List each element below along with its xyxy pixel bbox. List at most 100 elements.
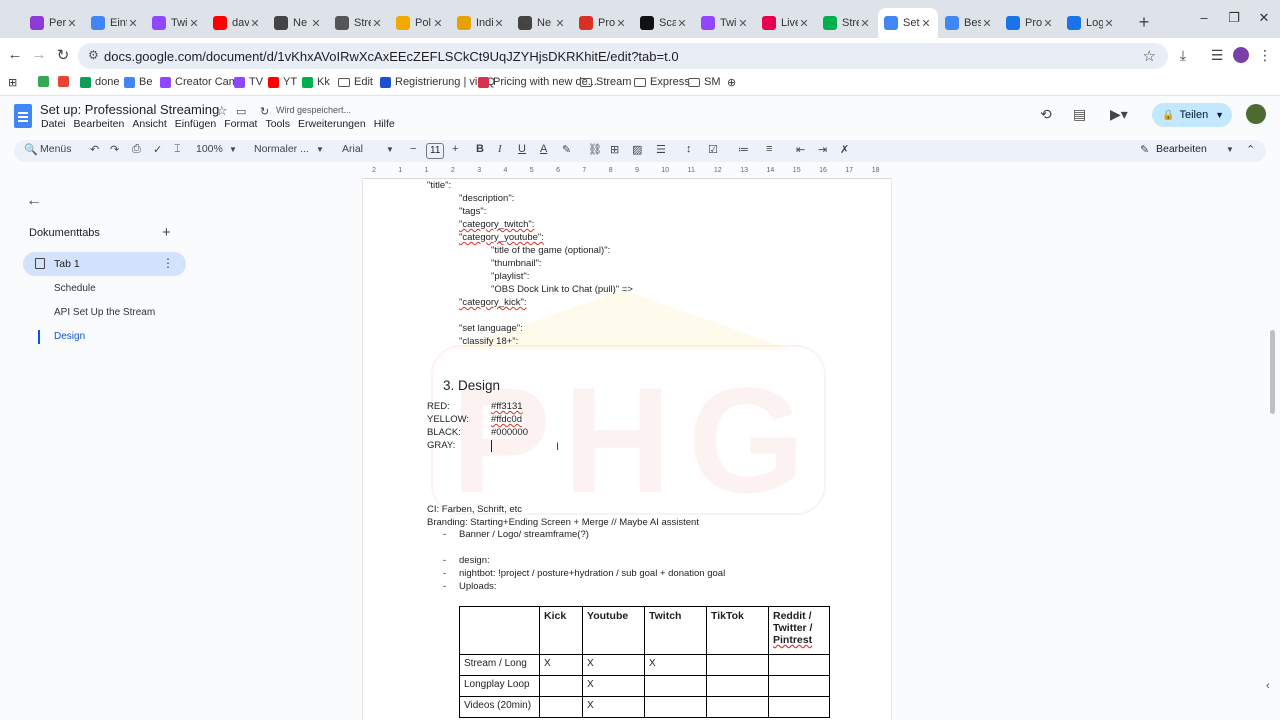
close-tab-icon[interactable]: ✕ — [981, 17, 993, 30]
line-spacing-icon[interactable]: ↕ — [686, 143, 692, 155]
browser-tab[interactable]: Einf✕ — [85, 8, 145, 38]
download-icon[interactable]: ⤓ — [1174, 47, 1192, 64]
close-tab-icon[interactable]: ✕ — [920, 17, 932, 30]
decrease-font-icon[interactable]: − — [410, 143, 416, 155]
bookmark-item[interactable] — [38, 76, 53, 87]
bookmark-folder[interactable]: SM — [688, 76, 721, 88]
browser-tab[interactable]: Proj✕ — [1000, 8, 1060, 38]
align-icon[interactable]: ☰ — [656, 143, 666, 156]
chevron-down-icon[interactable]: ▼ — [386, 145, 394, 154]
collapse-toolbar-icon[interactable]: ⌃ — [1246, 143, 1255, 156]
docs-logo-icon[interactable] — [14, 104, 32, 128]
zoom-select[interactable]: 100% — [196, 143, 223, 155]
bookmark-folder[interactable]: Edit — [338, 76, 373, 88]
browser-tab[interactable]: Pro ✕ — [573, 8, 633, 38]
italic-icon[interactable]: I — [498, 143, 502, 155]
close-tab-icon[interactable]: ✕ — [127, 17, 139, 30]
move-folder-icon[interactable]: ▭ — [236, 105, 246, 118]
menu-item[interactable]: Tools — [264, 118, 295, 130]
horizontal-ruler[interactable]: 2 1 1 2 3 4 5 6 7 8 9 10 11 12 13 14 15 16 17 18 — [362, 167, 892, 179]
document-tab-1[interactable]: Tab 1 ⋮ — [23, 252, 186, 276]
menu-item[interactable]: Hilfe — [373, 118, 400, 130]
new-tab-button[interactable]: + — [1136, 12, 1152, 33]
bookmark-item[interactable]: TV — [234, 76, 263, 88]
close-tab-icon[interactable]: ✕ — [676, 17, 688, 30]
close-tab-icon[interactable]: ✕ — [798, 17, 810, 30]
numbered-list-icon[interactable]: ≡ — [766, 143, 772, 155]
bookmark-item[interactable]: Kk — [302, 76, 330, 88]
increase-font-icon[interactable]: + — [452, 143, 458, 155]
browser-tab[interactable]: Ne ✕ — [268, 8, 328, 38]
document-page[interactable]: P H G 3. Design I Kick Youtube Twitch TikTo… — [362, 180, 892, 720]
link-icon[interactable]: ⛓ — [588, 143, 602, 156]
close-tab-icon[interactable]: ✕ — [554, 17, 566, 30]
underline-icon[interactable]: U — [518, 143, 526, 155]
clear-formatting-icon[interactable]: ✗ — [840, 143, 849, 156]
browser-tab[interactable]: Pers✕ — [24, 8, 84, 38]
outline-item[interactable]: Schedule — [54, 283, 96, 294]
chevron-down-icon[interactable]: ▼ — [229, 145, 237, 154]
comments-icon[interactable]: ▤ — [1073, 106, 1086, 123]
browser-tab[interactable]: Pol ✕ — [390, 8, 450, 38]
menu-item[interactable]: Format — [223, 118, 262, 130]
chevron-down-icon[interactable]: ▼ — [1226, 145, 1234, 154]
browser-tab[interactable]: Set ✕ — [878, 8, 938, 38]
increase-indent-icon[interactable]: ⇥ — [818, 143, 827, 156]
menu-item[interactable]: Erweiterungen — [297, 118, 371, 130]
share-button[interactable]: 🔒 Teilen ▼ — [1152, 103, 1232, 127]
more-options-icon[interactable]: ⋮ — [162, 256, 174, 270]
paint-format-icon[interactable]: ⌶ — [174, 143, 181, 156]
text-color-icon[interactable]: A — [540, 143, 547, 155]
bookmark-item[interactable]: Creator Camp — [160, 76, 244, 88]
browser-tab[interactable]: Twi ✕ — [146, 8, 206, 38]
scroll-arrow-icon[interactable]: ‹ — [1266, 680, 1270, 692]
maximize-icon[interactable]: ❐ — [1224, 10, 1244, 26]
bold-icon[interactable]: B — [476, 143, 484, 155]
extensions-icon[interactable]: ☰ — [1208, 47, 1226, 64]
close-tab-icon[interactable]: ✕ — [432, 17, 444, 30]
browser-tab[interactable]: Sca ✕ — [634, 8, 694, 38]
browser-tab[interactable]: Ne ✕ — [512, 8, 572, 38]
checklist-icon[interactable]: ☑ — [708, 143, 718, 156]
insert-image-icon[interactable]: ▨ — [632, 143, 642, 156]
browser-menu-icon[interactable]: ⋮ — [1256, 47, 1274, 64]
menu-item[interactable]: Einfügen — [174, 118, 221, 130]
paragraph-style-select[interactable]: Normaler ... — [254, 143, 309, 155]
browser-tab[interactable]: Live✕ — [756, 8, 816, 38]
star-icon[interactable]: ☆ — [216, 103, 228, 119]
bookmark-item[interactable] — [58, 76, 73, 87]
chevron-down-icon[interactable]: ▼ — [316, 145, 324, 154]
bookmark-folder[interactable]: Express — [634, 76, 690, 88]
forward-icon[interactable]: → — [30, 46, 48, 63]
add-comment-icon[interactable]: ⊞ — [610, 143, 619, 156]
menu-item[interactable]: Datei — [40, 118, 71, 130]
outline-item[interactable]: API Set Up the Stream — [54, 307, 155, 318]
back-icon[interactable]: ← — [6, 46, 24, 63]
apps-grid-icon[interactable]: ⊞ — [8, 76, 17, 89]
close-outline-icon[interactable]: ← — [26, 192, 42, 210]
browser-tab[interactable]: Bes ✕ — [939, 8, 999, 38]
outline-item[interactable]: Design — [54, 331, 85, 342]
close-tab-icon[interactable]: ✕ — [1103, 17, 1115, 30]
profile-avatar[interactable] — [1233, 47, 1249, 63]
add-tab-button[interactable]: + — [162, 224, 171, 241]
search-menus-icon[interactable]: 🔍 — [24, 143, 38, 156]
bookmark-star-icon[interactable]: ☆ — [1143, 47, 1156, 65]
redo-icon[interactable]: ↷ — [110, 143, 119, 156]
bookmark-item[interactable]: YT — [268, 76, 297, 88]
browser-tab[interactable]: Log ✕ — [1061, 8, 1121, 38]
url-text[interactable]: docs.google.com/document/d/1vKhxAVoIRwXc… — [104, 49, 679, 64]
close-tab-icon[interactable]: ✕ — [1042, 17, 1054, 30]
reload-icon[interactable]: ↻ — [54, 46, 72, 64]
search-menus-label[interactable]: Menüs — [40, 143, 72, 155]
chevron-down-icon[interactable]: ▼ — [1215, 110, 1224, 120]
print-icon[interactable]: ⎙ — [132, 143, 141, 156]
close-tab-icon[interactable]: ✕ — [737, 17, 749, 30]
browser-tab[interactable]: Indi ✕ — [451, 8, 511, 38]
globe-icon[interactable]: ⊕ — [727, 76, 736, 89]
close-tab-icon[interactable]: ✕ — [66, 17, 78, 30]
address-bar[interactable]: ⚙ docs.google.com/document/d/1vKhxAVoIRw… — [78, 43, 1168, 69]
close-tab-icon[interactable]: ✕ — [310, 17, 322, 30]
bookmark-folder[interactable]: Stream — [580, 76, 631, 88]
browser-tab[interactable]: Stre✕ — [329, 8, 389, 38]
